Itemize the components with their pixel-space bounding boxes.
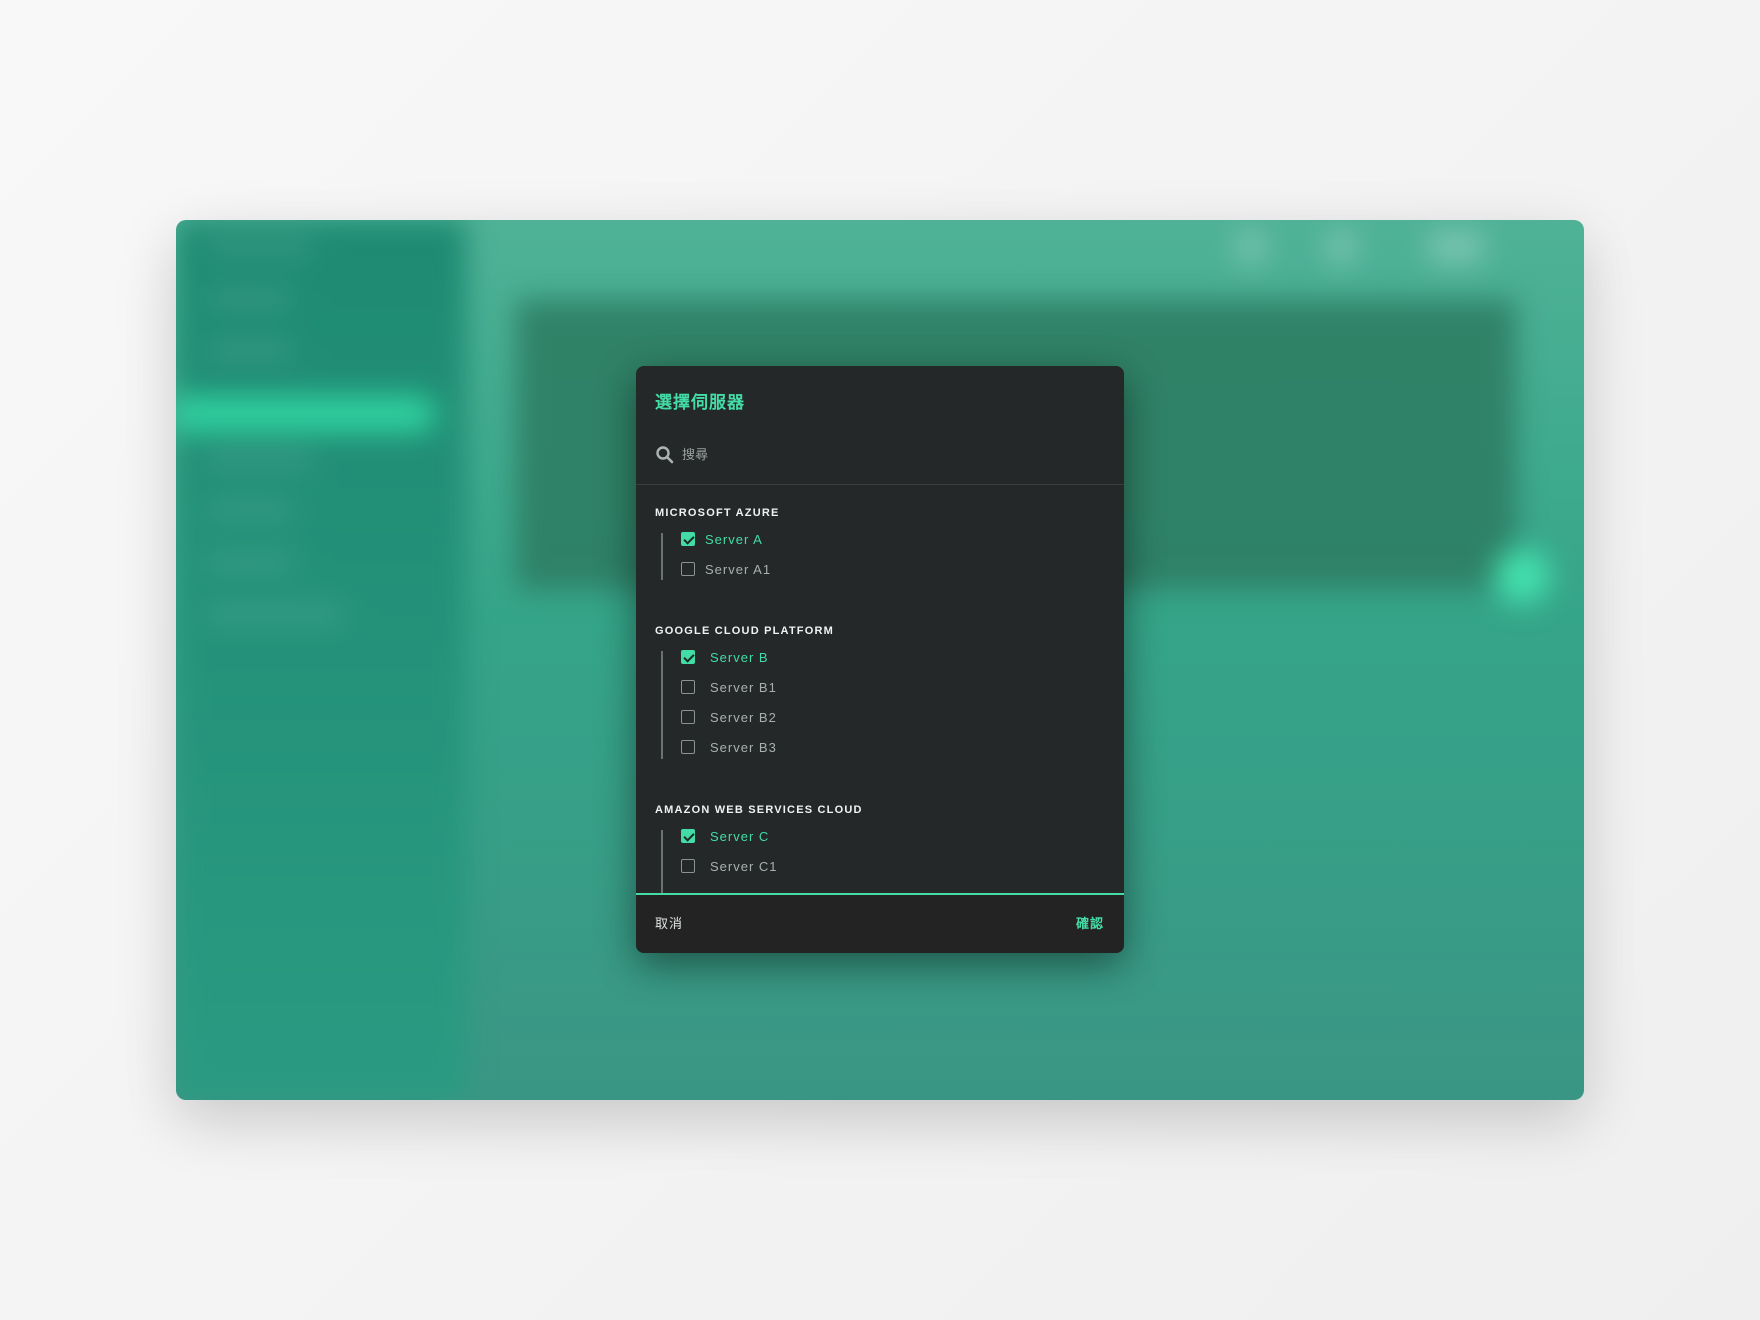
server-label: Server B3 xyxy=(710,739,777,755)
server-item-server-c[interactable]: Server C xyxy=(681,824,769,848)
group-title: AMAZON WEB SERVICES CLOUD xyxy=(655,804,863,816)
group-rail xyxy=(661,830,663,893)
sidebar-logo xyxy=(204,240,314,256)
sidebar-item xyxy=(204,452,314,468)
server-label: Server A xyxy=(705,531,763,547)
sidebar-item xyxy=(204,290,294,306)
checkbox-unchecked[interactable] xyxy=(681,710,695,724)
server-label: Server C1 xyxy=(710,858,778,874)
server-item-server-b3[interactable]: Server B3 xyxy=(681,735,777,759)
topbar-avatar xyxy=(1324,230,1358,264)
checkbox-unchecked[interactable] xyxy=(681,680,695,694)
server-item-server-b[interactable]: Server B xyxy=(681,645,769,669)
checkbox-unchecked[interactable] xyxy=(681,562,695,576)
server-label: Server B xyxy=(710,649,769,665)
sidebar-item xyxy=(204,606,344,622)
sidebar-item xyxy=(204,502,294,518)
server-label: Server B1 xyxy=(710,679,777,695)
server-item-server-c1[interactable]: Server C1 xyxy=(681,854,778,878)
search-input[interactable] xyxy=(682,442,1082,468)
topbar-icon xyxy=(1234,230,1268,264)
dialog-footer: 取消 確認 xyxy=(636,895,1124,953)
group-title: GOOGLE CLOUD PLATFORM xyxy=(655,625,834,637)
server-label: Server A1 xyxy=(705,561,772,577)
checkbox-unchecked[interactable] xyxy=(681,859,695,873)
cancel-button[interactable]: 取消 xyxy=(655,913,683,932)
app-sidebar xyxy=(176,220,466,1100)
server-item-server-a1[interactable]: Server A1 xyxy=(681,557,771,581)
confirm-button[interactable]: 確認 xyxy=(1076,913,1104,932)
server-list[interactable]: MICROSOFT AZURE Server A Server A1 GOOGL… xyxy=(636,485,1124,893)
checkbox-checked[interactable] xyxy=(681,829,695,843)
page-background: 選擇伺服器 MICROSOFT AZURE Server A Server A1 xyxy=(0,0,1760,1320)
server-item-server-b2[interactable]: Server B2 xyxy=(681,705,777,729)
dialog-title: 選擇伺服器 xyxy=(655,393,745,413)
sidebar-item xyxy=(204,554,294,570)
server-label: Server C xyxy=(710,828,770,844)
group-rail xyxy=(661,651,663,759)
sidebar-active-item xyxy=(176,396,436,432)
app-fab-button xyxy=(1494,548,1550,604)
search-bar xyxy=(636,436,1124,485)
server-item-server-b1[interactable]: Server B1 xyxy=(681,675,777,699)
group-rail xyxy=(661,533,663,580)
topbar-button xyxy=(1426,230,1486,264)
checkbox-checked[interactable] xyxy=(681,532,695,546)
checkbox-checked[interactable] xyxy=(681,650,695,664)
select-server-dialog: 選擇伺服器 MICROSOFT AZURE Server A Server A1 xyxy=(636,366,1124,953)
search-icon xyxy=(656,446,674,464)
group-title: MICROSOFT AZURE xyxy=(655,507,780,519)
checkbox-unchecked[interactable] xyxy=(681,740,695,754)
server-label: Server B2 xyxy=(710,709,777,725)
sidebar-item xyxy=(204,342,294,358)
server-item-server-a[interactable]: Server A xyxy=(681,527,763,551)
